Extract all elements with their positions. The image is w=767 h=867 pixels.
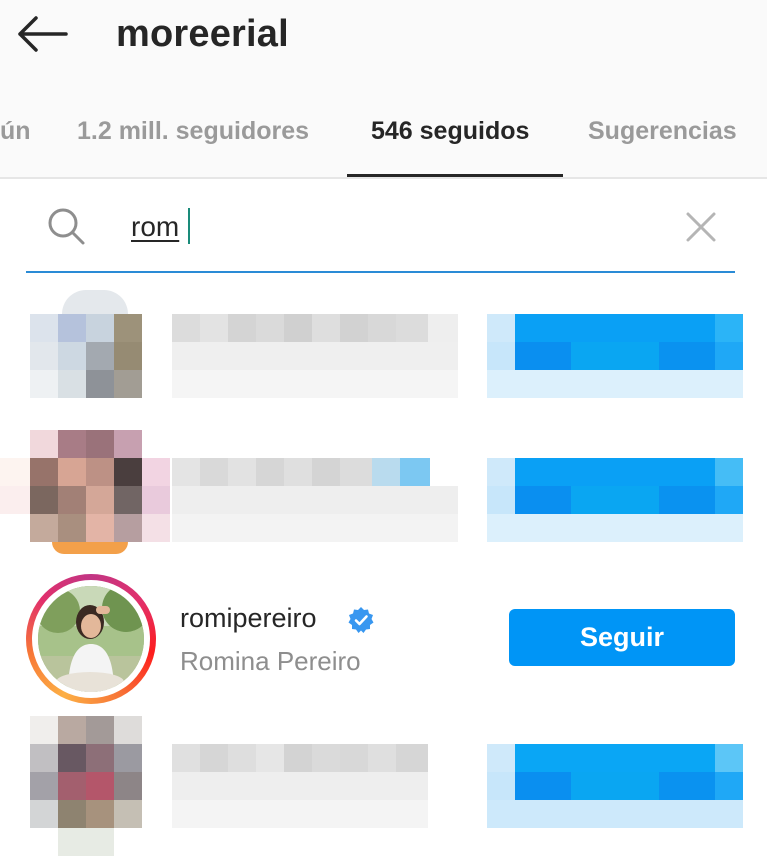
verified-badge-icon [348, 607, 374, 633]
close-icon[interactable] [684, 210, 718, 244]
header-divider [0, 177, 767, 179]
tab-suggestions[interactable]: Sugerencias [588, 116, 737, 146]
search-input[interactable]: rom [131, 209, 179, 245]
search-icon [48, 208, 85, 245]
profile-username-title: moreerial [116, 13, 289, 55]
tab-following[interactable]: 546 seguidos [371, 116, 529, 146]
avatar[interactable] [38, 586, 144, 692]
search-underline [26, 271, 735, 273]
tab-bar: ún 1.2 mill. seguidores 546 seguidos Sug… [0, 108, 767, 178]
username-label[interactable]: romipereiro [180, 601, 317, 635]
top-bar: moreerial ún 1.2 mill. seguidores 546 se… [0, 0, 767, 179]
arrow-left-icon[interactable] [14, 14, 70, 54]
tab-mutual[interactable]: ún [0, 116, 31, 146]
follow-button[interactable]: Seguir [509, 609, 735, 666]
profile-photo [38, 586, 144, 692]
full-name-label: Romina Pereiro [180, 646, 361, 676]
tab-followers[interactable]: 1.2 mill. seguidores [77, 116, 309, 146]
text-cursor [188, 208, 190, 244]
search-bar[interactable]: rom [26, 192, 735, 274]
